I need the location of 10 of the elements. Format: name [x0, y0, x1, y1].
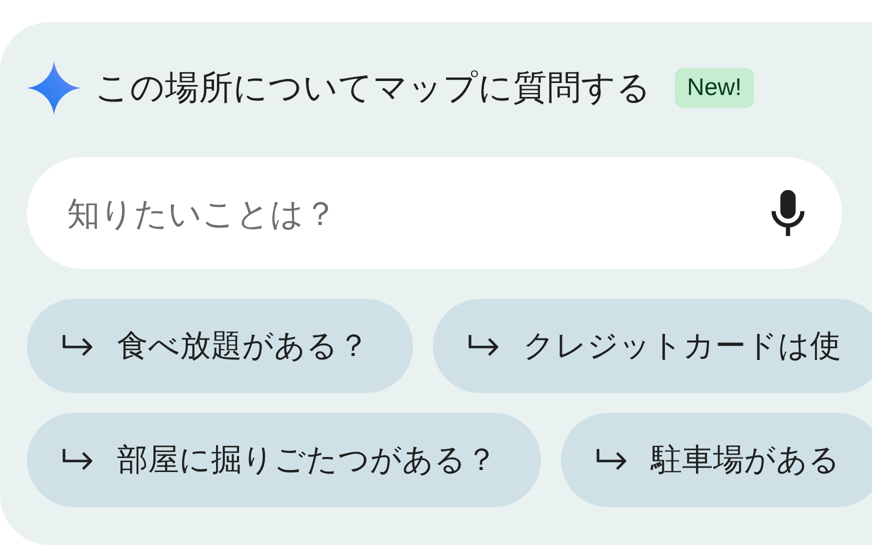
new-badge: New!: [675, 68, 754, 108]
header-title: この場所についてマップに質問する: [95, 67, 651, 110]
suggestion-chip[interactable]: クレジットカードは使: [433, 299, 872, 393]
sparkle-icon: [27, 61, 81, 115]
suggestion-chip[interactable]: 駐車場がある: [561, 413, 872, 507]
suggestion-chip[interactable]: 食べ放題がある？: [27, 299, 413, 393]
search-bar[interactable]: 知りたいことは？: [27, 157, 842, 269]
suggestion-chip[interactable]: 部屋に掘りごたつがある？: [27, 413, 541, 507]
search-field[interactable]: 知りたいことは？: [65, 192, 770, 234]
microphone-icon[interactable]: [770, 190, 806, 236]
